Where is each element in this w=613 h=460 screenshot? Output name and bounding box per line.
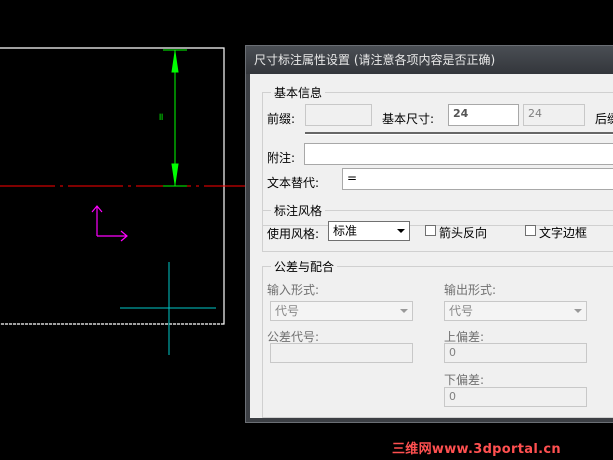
ucs-icon bbox=[91, 205, 128, 242]
text-border-checkbox[interactable] bbox=[525, 225, 536, 236]
tol-code-field[interactable] bbox=[270, 343, 413, 363]
style-group-title: 标注风格 bbox=[271, 202, 326, 219]
output-form-select[interactable]: 代号 bbox=[444, 301, 587, 321]
crosshair-cursor bbox=[120, 262, 216, 355]
text-replace-field[interactable]: = bbox=[342, 168, 613, 190]
dialog-title[interactable]: 尺寸标注属性设置 (请注意各项内容是否正确) bbox=[246, 46, 613, 74]
watermark: 三维网www.3dportal.cn bbox=[392, 442, 561, 457]
chevron-down-icon bbox=[574, 309, 582, 313]
tolerance-group-title: 公差与配合 bbox=[271, 258, 338, 275]
basic-info-title: 基本信息 bbox=[271, 84, 326, 101]
suffix-label: 后缀 bbox=[595, 112, 613, 126]
dimension-properties-dialog[interactable]: 尺寸标注属性设置 (请注意各项内容是否正确) 基本信息 前缀: 基本尺寸: 24… bbox=[245, 45, 613, 423]
dialog-body: 基本信息 前缀: 基本尺寸: 24 24 后缀 附注: 文本替代: = 标注风格… bbox=[250, 74, 613, 418]
basic-size-label: 基本尺寸: bbox=[382, 112, 435, 126]
note-label: 附注: bbox=[267, 151, 296, 165]
basic-size-display: 24 bbox=[523, 104, 585, 126]
note-field[interactable] bbox=[304, 143, 613, 165]
input-form-label: 输入形式: bbox=[267, 283, 320, 297]
use-style-value: 标准 bbox=[333, 224, 358, 238]
basic-size-field[interactable]: 24 bbox=[448, 104, 519, 126]
dimension-text: = bbox=[156, 113, 167, 121]
lower-dev-field[interactable]: 0 bbox=[444, 387, 587, 407]
arrow-reverse-checkbox[interactable] bbox=[425, 225, 436, 236]
use-style-label: 使用风格: bbox=[267, 227, 320, 241]
lower-dev-label: 下偏差: bbox=[444, 373, 485, 387]
upper-dev-field[interactable]: 0 bbox=[444, 343, 587, 363]
output-form-value: 代号 bbox=[449, 304, 474, 318]
text-replace-label: 文本替代: bbox=[267, 176, 320, 190]
use-style-select[interactable]: 标准 bbox=[328, 221, 410, 241]
separator-line bbox=[305, 132, 613, 135]
prefix-label: 前缀: bbox=[267, 112, 296, 126]
output-form-label: 输出形式: bbox=[444, 283, 497, 297]
input-form-select[interactable]: 代号 bbox=[270, 301, 413, 321]
prefix-field[interactable] bbox=[305, 104, 372, 126]
text-border-label[interactable]: 文字边框 bbox=[539, 224, 587, 241]
chevron-down-icon bbox=[397, 229, 405, 233]
chevron-down-icon bbox=[400, 309, 408, 313]
arrow-reverse-label[interactable]: 箭头反向 bbox=[439, 224, 487, 241]
input-form-value: 代号 bbox=[275, 304, 300, 318]
